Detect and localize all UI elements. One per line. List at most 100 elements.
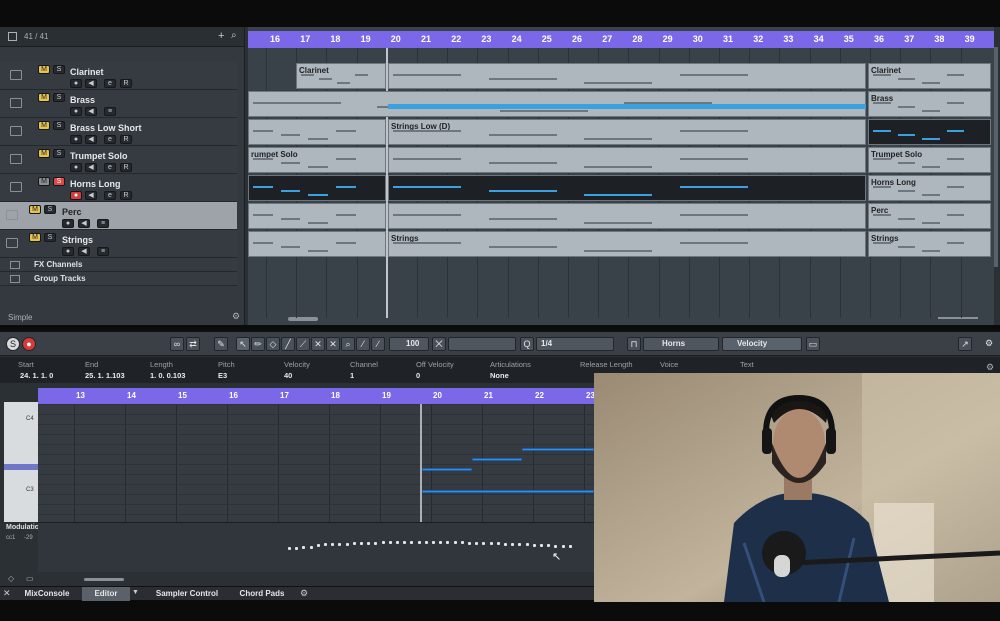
mute-button[interactable]: M xyxy=(29,233,41,242)
settings-icon[interactable]: ⚙ xyxy=(982,337,996,351)
editor-scrollbar[interactable] xyxy=(84,578,124,581)
cc-point[interactable] xyxy=(561,545,565,549)
ruler-bar-17[interactable]: 17 xyxy=(300,34,310,44)
settings-icon[interactable]: ⚙ xyxy=(232,311,240,322)
midi-part[interactable] xyxy=(248,231,386,257)
info-value[interactable]: E3 xyxy=(218,371,227,380)
cc-point[interactable] xyxy=(532,543,536,547)
cc-point[interactable] xyxy=(331,543,335,547)
midi-part[interactable]: Strings xyxy=(868,231,991,257)
info-value[interactable]: 1. 0. 0.103 xyxy=(150,371,185,380)
settings-icon[interactable]: ⚙ xyxy=(300,588,308,599)
vertical-scrollbar[interactable] xyxy=(994,47,998,267)
monitor-button[interactable]: ◀ xyxy=(85,191,97,200)
editor-bar-16[interactable]: 16 xyxy=(229,391,238,400)
cc-point[interactable] xyxy=(518,543,522,547)
cc-point[interactable] xyxy=(388,541,392,545)
cc-point[interactable] xyxy=(288,547,291,550)
cc-point[interactable] xyxy=(446,541,450,545)
track-fx-channels[interactable]: FX Channels xyxy=(0,258,237,272)
midi-part[interactable]: Trumpet Solo xyxy=(868,147,991,173)
editor-bar-22[interactable]: 22 xyxy=(535,391,544,400)
edit-button[interactable]: e xyxy=(104,191,116,200)
velocity-field[interactable]: 100 xyxy=(389,337,429,351)
record-button[interactable]: ● xyxy=(70,107,82,116)
cc-point[interactable] xyxy=(403,541,407,545)
arrow-up-icon[interactable]: ↗ xyxy=(958,337,972,351)
editor-bar-17[interactable]: 17 xyxy=(280,391,289,400)
quantize-select[interactable]: 1/4 xyxy=(536,337,614,351)
ruler-bar-27[interactable]: 27 xyxy=(602,34,612,44)
tab-sampler-control[interactable]: Sampler Control xyxy=(145,587,229,601)
tab-mixconsole[interactable]: MixConsole xyxy=(14,587,80,601)
edit-button[interactable]: e xyxy=(104,163,116,172)
cc-point[interactable] xyxy=(475,541,479,545)
cc-point[interactable] xyxy=(360,542,363,546)
cc-point[interactable] xyxy=(316,543,320,547)
ruler-bar-39[interactable]: 39 xyxy=(965,34,975,44)
cc-point[interactable] xyxy=(496,542,500,546)
mute-button[interactable]: M xyxy=(38,93,50,102)
monitor-button[interactable]: ◀ xyxy=(85,79,97,88)
piano-keyboard[interactable]: C4 C3 xyxy=(4,402,38,522)
record-button[interactable]: ● xyxy=(62,247,74,256)
cc-point[interactable] xyxy=(554,544,558,548)
track-clarinet[interactable]: M S Clarinet ● ◀ e R xyxy=(0,62,237,90)
mute-button[interactable]: M xyxy=(29,205,41,214)
read-button[interactable]: R xyxy=(120,191,132,200)
cc-point[interactable] xyxy=(352,542,356,546)
ruler-bar-25[interactable]: 25 xyxy=(542,34,552,44)
knife-icon[interactable]: ⟋ xyxy=(296,337,310,351)
midi-note[interactable] xyxy=(472,458,522,461)
record-button[interactable]: ● xyxy=(70,79,82,88)
cc-point[interactable] xyxy=(453,541,457,545)
view-mode-label[interactable]: Simple xyxy=(8,313,32,322)
solo-button[interactable]: S xyxy=(44,233,56,242)
solo-button[interactable]: S xyxy=(53,177,65,186)
midi-part[interactable] xyxy=(248,175,386,201)
arrange-area[interactable]: 16 17 18 19 20 21 22 23 24 25 26 27 28 29 30 31 32 33 34 35… xyxy=(248,27,994,325)
window-layout-icon[interactable]: ▭ xyxy=(806,337,820,351)
ruler-bar-32[interactable]: 32 xyxy=(753,34,763,44)
horizontal-scrollbar[interactable] xyxy=(288,317,318,321)
tab-editor[interactable]: Editor xyxy=(82,587,130,601)
cc-point[interactable] xyxy=(525,543,529,547)
pencil-icon[interactable]: ✏ xyxy=(251,337,265,351)
editor-bar-18[interactable]: 18 xyxy=(331,391,340,400)
line-tool-icon[interactable]: ⁄ xyxy=(356,337,370,351)
glue-icon[interactable]: ✕ xyxy=(311,337,325,351)
ruler-bar-16[interactable]: 16 xyxy=(270,34,280,44)
solo-button[interactable]: S xyxy=(53,121,65,130)
midi-part[interactable] xyxy=(248,203,386,229)
quantize-icon[interactable]: Q xyxy=(520,337,534,351)
solo-button[interactable]: S xyxy=(53,149,65,158)
cc-point[interactable] xyxy=(540,544,543,548)
note-grid[interactable] xyxy=(38,404,594,522)
midi-part[interactable] xyxy=(388,63,866,89)
chevron-down-icon[interactable]: ▼ xyxy=(132,589,139,596)
ruler-bar-37[interactable]: 37 xyxy=(904,34,914,44)
link-icon[interactable]: ∞ xyxy=(170,337,184,351)
monitor-button[interactable]: ◀ xyxy=(85,135,97,144)
tab-chord-pads[interactable]: Chord Pads xyxy=(232,587,292,601)
midi-part[interactable] xyxy=(248,119,386,145)
midi-note[interactable] xyxy=(422,468,472,471)
editor-bar-21[interactable]: 21 xyxy=(484,391,493,400)
ruler-bar-29[interactable]: 29 xyxy=(663,34,673,44)
snap-icon[interactable]: ⨉ xyxy=(432,337,446,351)
read-button[interactable]: R xyxy=(120,163,132,172)
ruler-bar-22[interactable]: 22 xyxy=(451,34,461,44)
midi-note[interactable] xyxy=(522,448,594,451)
ruler-bar-20[interactable]: 20 xyxy=(391,34,401,44)
zoom-slider[interactable] xyxy=(938,317,978,319)
ruler[interactable]: 16 17 18 19 20 21 22 23 24 25 26 27 28 29 30 31 32 33 34 35… xyxy=(248,31,994,48)
grid-type-select[interactable] xyxy=(448,337,516,351)
edit-button[interactable]: ≡ xyxy=(97,247,109,256)
ruler-bar-21[interactable]: 21 xyxy=(421,34,431,44)
ruler-bar-33[interactable]: 33 xyxy=(783,34,793,44)
midi-part[interactable] xyxy=(388,203,866,229)
close-icon[interactable]: ✕ xyxy=(3,588,11,599)
auto-scroll-icon[interactable]: ⇄ xyxy=(186,337,200,351)
eraser-icon[interactable]: ◇ xyxy=(266,337,280,351)
cc-point[interactable] xyxy=(295,546,299,550)
